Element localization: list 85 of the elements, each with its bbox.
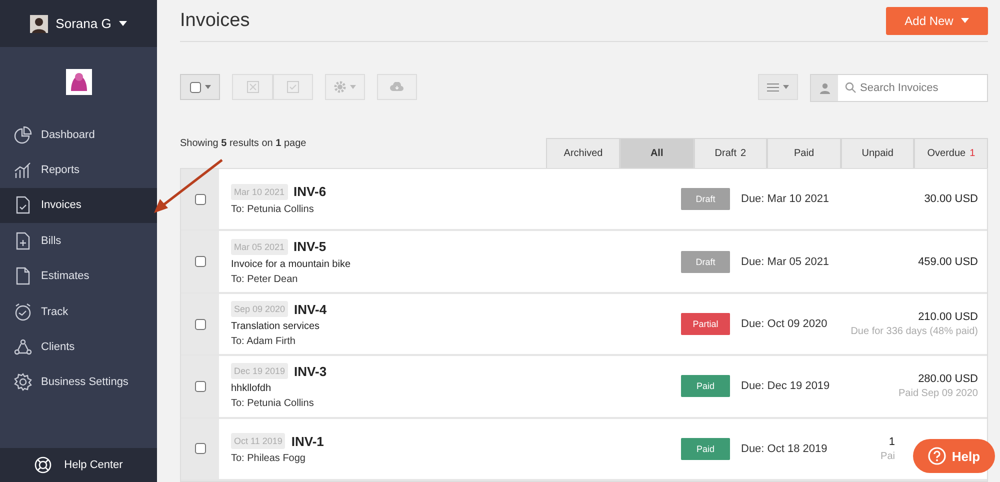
invoice-description: Translation services xyxy=(231,321,321,332)
filter-tab[interactable]: Overdue 1 xyxy=(914,138,988,168)
invoice-number[interactable]: INV-6 xyxy=(294,184,326,200)
document-icon xyxy=(14,267,32,286)
invoice-amount: 1 xyxy=(888,436,895,448)
status-badge: Partial xyxy=(681,313,730,336)
invoice-number[interactable]: INV-3 xyxy=(294,364,327,379)
document-check-icon xyxy=(14,196,32,214)
invoice-date: Mar 10 2021 xyxy=(231,184,288,200)
settings-icon xyxy=(14,373,32,392)
filter-tab[interactable]: Unpaid xyxy=(840,138,914,168)
status-badge: Draft xyxy=(681,188,730,210)
invoice-date: Oct 11 2019 xyxy=(231,433,286,450)
filter-tab[interactable]: All xyxy=(620,138,694,168)
avatar-icon xyxy=(30,14,48,32)
caret-icon xyxy=(350,85,356,90)
caret-icon xyxy=(961,18,970,24)
client-name: To: Peter Dean xyxy=(231,274,299,285)
list-icon xyxy=(767,82,779,92)
invoice-date: Dec 19 2019 xyxy=(231,363,288,380)
payment-note: Paid Sep 09 2020 xyxy=(898,388,978,400)
invoice-amount: 210.00 USD xyxy=(918,311,978,324)
due-date: Due: Dec 19 2019 xyxy=(741,380,830,392)
row-checkbox[interactable] xyxy=(194,380,206,392)
checkbox-icon xyxy=(190,82,200,93)
filter-tab[interactable]: Draft 2 xyxy=(694,138,768,168)
help-center-link[interactable]: Help Center xyxy=(0,448,157,482)
sidebar-item[interactable]: Invoices xyxy=(0,188,157,224)
caret-icon xyxy=(119,21,128,26)
invoice-description: Invoice for a mountain bike xyxy=(231,258,352,270)
invoice-date: Sep 09 2020 xyxy=(231,301,288,318)
row-checkbox[interactable] xyxy=(194,194,206,205)
invoice-number[interactable]: INV-4 xyxy=(294,302,327,317)
payment-note: Pai xyxy=(880,450,895,462)
payment-note: Due for 336 days (48% paid) xyxy=(850,326,978,338)
results-summary: Showing 5 results on 1 page xyxy=(180,138,306,150)
invoice-description: hhkllofdh xyxy=(231,383,272,394)
invoice-amount: 30.00 USD xyxy=(924,193,978,206)
status-badge: Paid xyxy=(681,375,730,398)
logo-icon xyxy=(66,69,92,95)
sidebar-item[interactable]: Clients xyxy=(0,329,157,365)
settings-icon xyxy=(334,81,346,94)
view-menu-button[interactable] xyxy=(758,74,798,100)
row-checkbox[interactable] xyxy=(194,256,206,268)
lifebuoy-icon xyxy=(34,456,52,474)
caret-icon xyxy=(783,85,789,90)
pie-chart-icon xyxy=(14,126,32,144)
client-name: To: Phileas Fogg xyxy=(231,453,306,464)
due-date: Due: Mar 10 2021 xyxy=(741,193,830,206)
client-name: To: Petunia Collins xyxy=(231,204,315,215)
status-badge: Paid xyxy=(681,438,730,460)
invoice-amount: 459.00 USD xyxy=(918,256,978,268)
row-checkbox[interactable] xyxy=(194,443,206,454)
invoice-date: Mar 05 2021 xyxy=(231,238,288,255)
alarm-clock-icon xyxy=(14,302,32,321)
row-checkbox[interactable] xyxy=(194,318,206,330)
check-box-icon xyxy=(287,81,299,94)
sidebar-item[interactable]: Estimates xyxy=(0,258,157,294)
status-badge: Draft xyxy=(681,250,730,273)
filter-tab[interactable]: Paid xyxy=(767,138,841,168)
sidebar-item[interactable]: Bills xyxy=(0,223,157,259)
caret-icon xyxy=(204,85,210,90)
sidebar-item[interactable]: Dashboard xyxy=(0,117,157,152)
sidebar-item[interactable]: Track xyxy=(0,294,157,330)
user-menu[interactable]: Sorana G xyxy=(0,0,157,47)
filter-tab[interactable]: Archived xyxy=(546,138,620,168)
people-icon xyxy=(14,338,32,356)
sidebar-item[interactable]: Reports xyxy=(0,152,157,188)
annotation-arrow xyxy=(152,158,224,214)
client-name: To: Petunia Collins xyxy=(231,398,315,410)
due-date: Due: Mar 05 2021 xyxy=(741,256,830,268)
invoice-number[interactable]: INV-5 xyxy=(294,239,326,254)
invoice-amount: 280.00 USD xyxy=(918,373,978,386)
sidebar-item[interactable]: Business Settings xyxy=(0,364,157,400)
cloud-download-icon xyxy=(390,82,404,92)
due-date: Due: Oct 18 2019 xyxy=(741,442,828,455)
due-date: Due: Oct 09 2020 xyxy=(741,318,828,330)
document-plus-icon xyxy=(14,232,32,250)
client-name: To: Adam Firth xyxy=(231,336,296,348)
invoice-number[interactable]: INV-1 xyxy=(291,434,324,449)
page-title: Invoices xyxy=(180,10,250,32)
bar-chart-icon xyxy=(14,161,32,180)
select-all-button[interactable] xyxy=(180,74,220,100)
x-box-icon xyxy=(246,81,258,94)
question-icon xyxy=(928,447,946,465)
